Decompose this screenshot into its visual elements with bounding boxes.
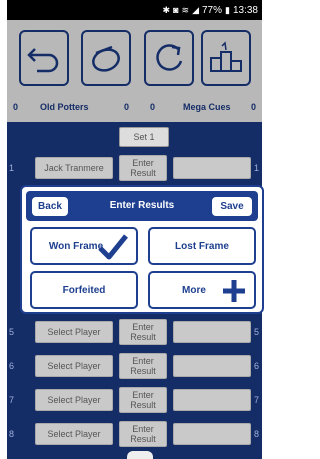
away-player-select[interactable] [173, 157, 251, 179]
frame-row: 7 Select Player Enter Result 7 [7, 387, 262, 413]
home-player-select[interactable]: Select Player [35, 389, 113, 411]
away-team-name: Mega Cues [183, 102, 231, 112]
refresh-icon [156, 44, 183, 71]
dialog-save-button[interactable]: Save [212, 197, 252, 216]
more-button[interactable]: More [148, 271, 256, 309]
frame-number: 1 [9, 163, 15, 173]
enter-result-button[interactable]: Enter Result [119, 155, 167, 181]
refresh-button[interactable] [144, 30, 194, 86]
away-score: 0 [150, 102, 156, 112]
whistle-button[interactable] [81, 30, 131, 86]
lost-frame-label: Lost Frame [175, 240, 229, 252]
frame-row: 1 Jack Tranmere Enter Result 1 [7, 155, 262, 181]
frame-number: 8 [9, 429, 15, 439]
clock: 13:38 [232, 4, 258, 16]
toolbar [7, 20, 262, 102]
set-button[interactable]: Set 1 [119, 127, 169, 147]
plus-icon [223, 280, 245, 302]
away-player-select[interactable] [173, 389, 251, 411]
frame-number: 7 [253, 395, 259, 405]
battery-icon: ▮ [225, 4, 230, 15]
dialog-header: Back Enter Results Save [26, 191, 258, 221]
forfeited-button[interactable]: Forfeited [30, 271, 138, 309]
podium-icon [210, 41, 242, 72]
enter-result-button[interactable]: Enter Result [119, 319, 167, 345]
frame-number: 6 [253, 361, 259, 371]
whistle-icon [92, 45, 120, 72]
frame-row: 5 Select Player Enter Result 5 [7, 319, 262, 345]
frame-number: 8 [253, 429, 259, 439]
won-frame-button[interactable]: Won Frame [30, 227, 138, 265]
frame-number: 6 [9, 361, 15, 371]
frame-number: 5 [253, 327, 259, 337]
score-bar: 0 Old Potters 0 0 Mega Cues 0 [7, 92, 262, 122]
dialog-title: Enter Results [109, 200, 175, 211]
mute-icon: ◙ [173, 5, 179, 15]
battery-level: 77% [202, 4, 223, 16]
frame-number: 7 [9, 395, 15, 405]
enter-result-button[interactable]: Enter Result [119, 387, 167, 413]
home-player-select[interactable]: Jack Tranmere [35, 157, 113, 179]
checkmark-icon [98, 234, 128, 260]
wifi-icon: ≋ [181, 4, 190, 15]
dialog-back-button[interactable]: Back [32, 197, 68, 216]
away-player-select[interactable] [173, 355, 251, 377]
signal-icon: ◢ [192, 4, 199, 15]
forfeited-label: Forfeited [62, 284, 106, 296]
home-indicator [127, 451, 153, 459]
home-player-select[interactable]: Select Player [35, 355, 113, 377]
away-frames: 0 [251, 102, 257, 112]
frame-number: 5 [9, 327, 15, 337]
frame-row: 6 Select Player Enter Result 6 [7, 353, 262, 379]
more-label: More [182, 284, 206, 296]
back-arrow-icon [27, 48, 59, 73]
status-bar: ✱ ◙ ≋ ◢ 77% ▮ 13:38 [7, 0, 262, 20]
lost-frame-button[interactable]: Lost Frame [148, 227, 256, 265]
home-score: 0 [124, 102, 130, 112]
enter-results-dialog: Back Enter Results Save Won Frame Lost F… [20, 185, 264, 314]
away-player-select[interactable] [173, 321, 251, 343]
away-player-select[interactable] [173, 423, 251, 445]
back-button[interactable] [19, 30, 69, 86]
frame-row: 8 Select Player Enter Result 8 [7, 421, 262, 447]
home-player-select[interactable]: Select Player [35, 423, 113, 445]
enter-result-button[interactable]: Enter Result [119, 421, 167, 447]
home-frames: 0 [13, 102, 19, 112]
bluetooth-icon: ✱ [162, 4, 171, 15]
home-team-name: Old Potters [40, 102, 89, 112]
frame-number: 1 [253, 163, 259, 173]
enter-result-button[interactable]: Enter Result [119, 353, 167, 379]
home-player-select[interactable]: Select Player [35, 321, 113, 343]
standings-button[interactable] [201, 30, 251, 86]
won-frame-label: Won Frame [48, 240, 104, 252]
